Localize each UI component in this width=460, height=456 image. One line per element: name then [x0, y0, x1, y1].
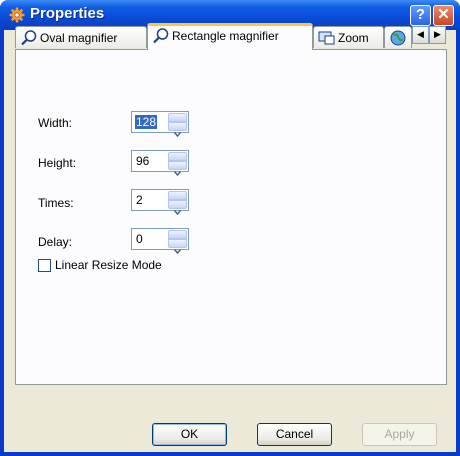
tab-scroll-left-button[interactable]: ◀ — [412, 26, 429, 44]
down-arrow-icon — [173, 171, 182, 177]
ok-button[interactable]: OK — [152, 423, 227, 446]
height-up-button[interactable] — [168, 152, 187, 167]
height-down-button[interactable] — [168, 161, 187, 177]
gear-icon — [9, 7, 25, 23]
delay-updown[interactable] — [168, 230, 187, 255]
globe-icon — [390, 30, 406, 46]
tab-partial[interactable] — [384, 26, 412, 48]
dialog-body: Oval magnifier Rectangle magnifier Zoom — [4, 23, 456, 452]
height-spinner[interactable]: 96 — [131, 150, 189, 177]
apply-button[interactable]: Apply — [362, 423, 437, 446]
tab-label: Rectangle magnifier — [172, 29, 279, 43]
tab-strip: Oval magnifier Rectangle magnifier Zoom — [15, 23, 447, 50]
tab-label: Zoom — [338, 31, 369, 45]
height-updown[interactable] — [168, 152, 187, 177]
times-value[interactable]: 2 — [136, 193, 143, 207]
times-label: Times: — [38, 196, 74, 210]
window-title: Properties — [30, 5, 105, 22]
height-value[interactable]: 96 — [136, 154, 149, 168]
tab-scroll-arrows: ◀ ▶ — [412, 26, 446, 44]
down-arrow-icon — [173, 210, 182, 216]
tab-rectangle-magnifier[interactable]: Rectangle magnifier — [147, 23, 313, 50]
delay-spinner[interactable]: 0 — [131, 228, 189, 255]
width-down-button[interactable] — [168, 122, 187, 138]
properties-window: Properties ? ✕ Oval magnifier Rectangle … — [0, 0, 460, 456]
tab-zoom[interactable]: Zoom — [313, 26, 384, 48]
delay-label: Delay: — [38, 235, 73, 249]
delay-down-button[interactable] — [168, 239, 187, 255]
tab-oval-magnifier[interactable]: Oval magnifier — [15, 26, 147, 48]
times-updown[interactable] — [168, 191, 187, 216]
width-label: Width: — [38, 116, 73, 130]
width-up-button[interactable] — [168, 113, 187, 128]
cancel-button[interactable]: Cancel — [257, 423, 332, 446]
times-down-button[interactable] — [168, 200, 187, 216]
times-spinner[interactable]: 2 — [131, 189, 189, 216]
delay-up-button[interactable] — [168, 230, 187, 245]
linear-resize-mode-label: Linear Resize Mode — [55, 258, 162, 272]
linear-resize-mode-checkbox[interactable] — [38, 259, 51, 272]
width-spinner[interactable]: 128 — [131, 111, 189, 138]
zoom-icon — [318, 31, 335, 45]
down-arrow-icon — [173, 132, 182, 138]
delay-value[interactable]: 0 — [136, 232, 143, 246]
tab-label: Oval magnifier — [40, 31, 118, 45]
times-up-button[interactable] — [168, 191, 187, 206]
magnifier-icon — [153, 28, 169, 44]
down-arrow-icon — [173, 249, 182, 255]
tab-scroll-right-button[interactable]: ▶ — [429, 26, 446, 44]
height-label: Height: — [38, 156, 77, 170]
tab-panel: Width: 128 Height: 96 Times: 2 Delay: 0 … — [15, 49, 447, 385]
magnifier-icon — [21, 30, 37, 46]
width-value[interactable]: 128 — [135, 115, 158, 129]
width-updown[interactable] — [168, 113, 187, 138]
